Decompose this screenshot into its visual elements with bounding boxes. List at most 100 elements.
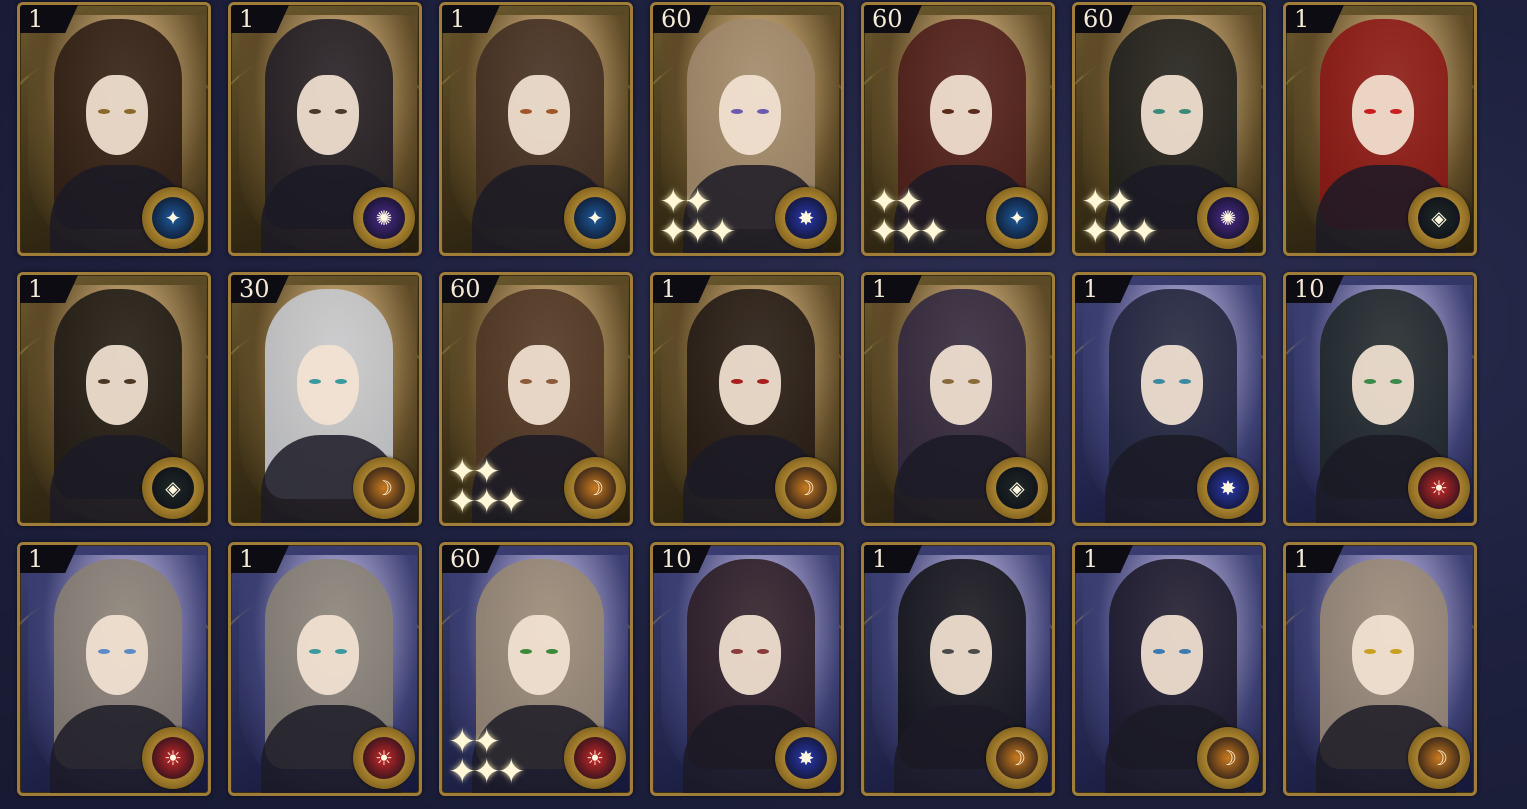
moon-emblem-icon: ☽	[986, 727, 1048, 789]
compass-emblem-icon: ◈	[986, 457, 1048, 519]
emblem-core: ☀	[574, 737, 616, 779]
character-face	[930, 75, 992, 155]
emblem-core: ✦	[574, 197, 616, 239]
character-face	[86, 75, 148, 155]
galaxy-emblem-icon: ✺	[1197, 187, 1259, 249]
character-eye	[520, 649, 532, 654]
character-card[interactable]: 60 ✦✦ ✦✦✦ ☀	[439, 542, 633, 796]
character-eye	[757, 649, 769, 654]
character-card-grid: 1 ✦ 1 ✺ 1 ✦ 60 ✦✦ ✦✦✦ ✸ 60 ✦✦ ✦✦✦ ✦ 60 ✦✦ ✦✦✦ ✺ 1 ◈ 1 ◈ 30 ☽ 60 ✦…	[17, 2, 1477, 796]
character-card[interactable]: 10 ☀	[1283, 272, 1477, 526]
nebula-emblem-icon: ✸	[775, 727, 837, 789]
compass-emblem-icon: ◈	[1408, 187, 1470, 249]
emblem-core: ☽	[785, 467, 827, 509]
emblem-core: ✺	[363, 197, 405, 239]
emblem-core: ✦	[152, 197, 194, 239]
character-face	[719, 345, 781, 425]
moon-emblem-icon: ☽	[1197, 727, 1259, 789]
planet-emblem-icon: ✦	[564, 187, 626, 249]
character-face	[297, 75, 359, 155]
character-card[interactable]: 1 ✦	[439, 2, 633, 256]
character-card[interactable]: 60 ✦✦ ✦✦✦ ✺	[1072, 2, 1266, 256]
planet-emblem-icon: ✦	[142, 187, 204, 249]
emblem-core: ☽	[1418, 737, 1460, 779]
nebula-emblem-icon: ✸	[775, 187, 837, 249]
character-eye	[1364, 649, 1376, 654]
emblem-core: ☽	[363, 467, 405, 509]
character-card[interactable]: 1 ☽	[861, 542, 1055, 796]
character-eye	[1390, 109, 1402, 114]
character-eye	[942, 109, 954, 114]
emblem-core: ☽	[1207, 737, 1249, 779]
character-eye	[124, 379, 136, 384]
character-card[interactable]: 1 ☀	[228, 542, 422, 796]
character-card[interactable]: 1 ✸	[1072, 272, 1266, 526]
character-eye	[1153, 109, 1165, 114]
emblem-core: ✸	[785, 197, 827, 239]
character-face	[1352, 345, 1414, 425]
moon-emblem-icon: ☽	[775, 457, 837, 519]
sun-emblem-icon: ☀	[142, 727, 204, 789]
character-eye	[1179, 109, 1191, 114]
character-card[interactable]: 60 ✦✦ ✦✦✦ ✸	[650, 2, 844, 256]
moon-emblem-icon: ☽	[353, 457, 415, 519]
sun-emblem-icon: ☀	[353, 727, 415, 789]
character-eye	[731, 109, 743, 114]
character-face	[508, 615, 570, 695]
character-eye	[731, 379, 743, 384]
sun-emblem-icon: ☀	[1408, 457, 1470, 519]
emblem-core: ✦	[996, 197, 1038, 239]
sun-emblem-icon: ☀	[564, 727, 626, 789]
character-card[interactable]: 1 ◈	[1283, 2, 1477, 256]
character-eye	[546, 649, 558, 654]
sparkle-stars-icon: ✦✦ ✦✦✦	[659, 182, 736, 252]
emblem-core: ☀	[363, 737, 405, 779]
sparkle-stars-icon: ✦✦ ✦✦✦	[1081, 182, 1158, 252]
planet-emblem-icon: ✦	[986, 187, 1048, 249]
character-card[interactable]: 1 ◈	[861, 272, 1055, 526]
character-eye	[309, 649, 321, 654]
character-face	[930, 345, 992, 425]
moon-emblem-icon: ☽	[1408, 727, 1470, 789]
character-eye	[309, 109, 321, 114]
character-card[interactable]: 60 ✦✦ ✦✦✦ ☽	[439, 272, 633, 526]
character-face	[297, 345, 359, 425]
character-card[interactable]: 1 ✺	[228, 2, 422, 256]
character-face	[719, 75, 781, 155]
character-eye	[968, 379, 980, 384]
character-card[interactable]: 1 ☽	[1283, 542, 1477, 796]
character-eye	[335, 379, 347, 384]
character-card[interactable]: 1 ☀	[17, 542, 211, 796]
character-eye	[1179, 649, 1191, 654]
emblem-core: ◈	[996, 467, 1038, 509]
character-card[interactable]: 30 ☽	[228, 272, 422, 526]
emblem-core: ◈	[1418, 197, 1460, 239]
emblem-core: ✸	[1207, 467, 1249, 509]
character-face	[86, 615, 148, 695]
character-eye	[1179, 379, 1191, 384]
moon-emblem-icon: ☽	[564, 457, 626, 519]
character-card[interactable]: 60 ✦✦ ✦✦✦ ✦	[861, 2, 1055, 256]
compass-emblem-icon: ◈	[142, 457, 204, 519]
character-eye	[731, 649, 743, 654]
character-card[interactable]: 1 ☽	[1072, 542, 1266, 796]
character-eye	[757, 109, 769, 114]
emblem-core: ☽	[996, 737, 1038, 779]
character-face	[1141, 345, 1203, 425]
character-card[interactable]: 1 ☽	[650, 272, 844, 526]
sparkle-stars-icon: ✦✦ ✦✦✦	[448, 722, 525, 792]
character-eye	[546, 379, 558, 384]
character-eye	[98, 649, 110, 654]
character-card[interactable]: 1 ◈	[17, 272, 211, 526]
sparkle-stars-icon: ✦✦ ✦✦✦	[870, 182, 947, 252]
emblem-core: ☀	[152, 737, 194, 779]
galaxy-emblem-icon: ✺	[353, 187, 415, 249]
character-eye	[124, 649, 136, 654]
character-eye	[98, 379, 110, 384]
character-eye	[1153, 649, 1165, 654]
character-card[interactable]: 10 ✸	[650, 542, 844, 796]
character-eye	[942, 649, 954, 654]
emblem-core: ✸	[785, 737, 827, 779]
character-card[interactable]: 1 ✦	[17, 2, 211, 256]
character-eye	[757, 379, 769, 384]
